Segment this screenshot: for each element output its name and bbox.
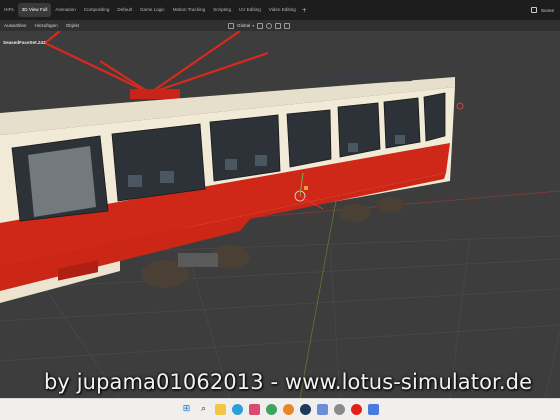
scene-render xyxy=(0,31,560,398)
tram-bogie-frame xyxy=(178,253,218,267)
tab-animation[interactable]: Animation xyxy=(51,3,79,17)
tab-compositing[interactable]: Compositing xyxy=(80,3,114,17)
transform-pivot-icon[interactable] xyxy=(228,22,234,29)
pantograph-base xyxy=(130,89,180,99)
overlay-icon[interactable] xyxy=(275,22,282,29)
tab-default[interactable]: Default xyxy=(113,3,136,17)
workspace-bar: HIFs 3D View Full Animation Compositing … xyxy=(0,0,560,20)
pantograph xyxy=(44,31,269,95)
scene-selector[interactable]: Scene xyxy=(530,0,554,20)
light-icon[interactable] xyxy=(456,102,464,110)
orientation-dropdown[interactable]: Global ▾ xyxy=(237,23,254,28)
tab-scripting[interactable]: Scripting xyxy=(209,3,235,17)
tab-video-editing[interactable]: Video Editing xyxy=(265,3,300,17)
watermark: by jupama01062013 - www.lotus-simulator.… xyxy=(44,370,533,394)
3d-viewport[interactable]: SeasedFaceSet.242 by jupama01062013 - ww… xyxy=(0,31,560,398)
active-object-name: SeasedFaceSet.242 xyxy=(3,40,46,45)
workspace-tabs: HIFs 3D View Full Animation Compositing … xyxy=(0,0,307,20)
header-menu: Auswählen Hinzufügen Objekt xyxy=(0,20,83,31)
edge-browser-icon[interactable] xyxy=(232,404,243,415)
store-icon[interactable] xyxy=(249,404,260,415)
steam-icon[interactable] xyxy=(300,404,311,415)
tab-hifs[interactable]: HIFs xyxy=(0,3,18,17)
viewport-header: Auswählen Hinzufügen Objekt Global ▾ xyxy=(0,20,560,31)
scene-icon xyxy=(530,7,537,13)
snap-icon[interactable] xyxy=(257,22,264,29)
menu-add[interactable]: Hinzufügen xyxy=(30,23,61,28)
tab-game-logic[interactable]: Game Logic xyxy=(136,3,169,17)
tab-uv-editing[interactable]: UV Editing xyxy=(235,3,265,17)
red-app-icon[interactable] xyxy=(351,404,362,415)
xray-icon[interactable] xyxy=(284,22,291,29)
origin-point[interactable] xyxy=(304,186,308,190)
search-icon[interactable]: ⌕ xyxy=(198,404,209,415)
app-icon[interactable] xyxy=(317,404,328,415)
file-explorer-icon[interactable] xyxy=(215,404,226,415)
paint-icon[interactable] xyxy=(368,404,379,415)
chevron-down-icon: ▾ xyxy=(252,23,255,28)
menu-object[interactable]: Objekt xyxy=(62,23,83,28)
scene-label: Scene xyxy=(540,7,554,13)
windows-start-icon[interactable]: ⊞ xyxy=(181,404,192,415)
add-workspace-button[interactable]: + xyxy=(302,7,307,14)
menu-select[interactable]: Auswählen xyxy=(0,23,30,28)
tram-door xyxy=(28,146,96,217)
proportional-edit-icon[interactable] xyxy=(266,22,273,29)
tab-3d-view-full[interactable]: 3D View Full xyxy=(17,3,52,17)
orientation-label: Global xyxy=(237,23,251,28)
tab-motion-tracking[interactable]: Motion Tracking xyxy=(169,3,209,17)
chrome-icon[interactable] xyxy=(266,404,277,415)
transform-tools: Global ▾ xyxy=(228,20,291,31)
taskbar: ⊞ ⌕ xyxy=(0,398,560,420)
blender-icon[interactable] xyxy=(283,404,294,415)
settings-icon[interactable] xyxy=(334,404,345,415)
